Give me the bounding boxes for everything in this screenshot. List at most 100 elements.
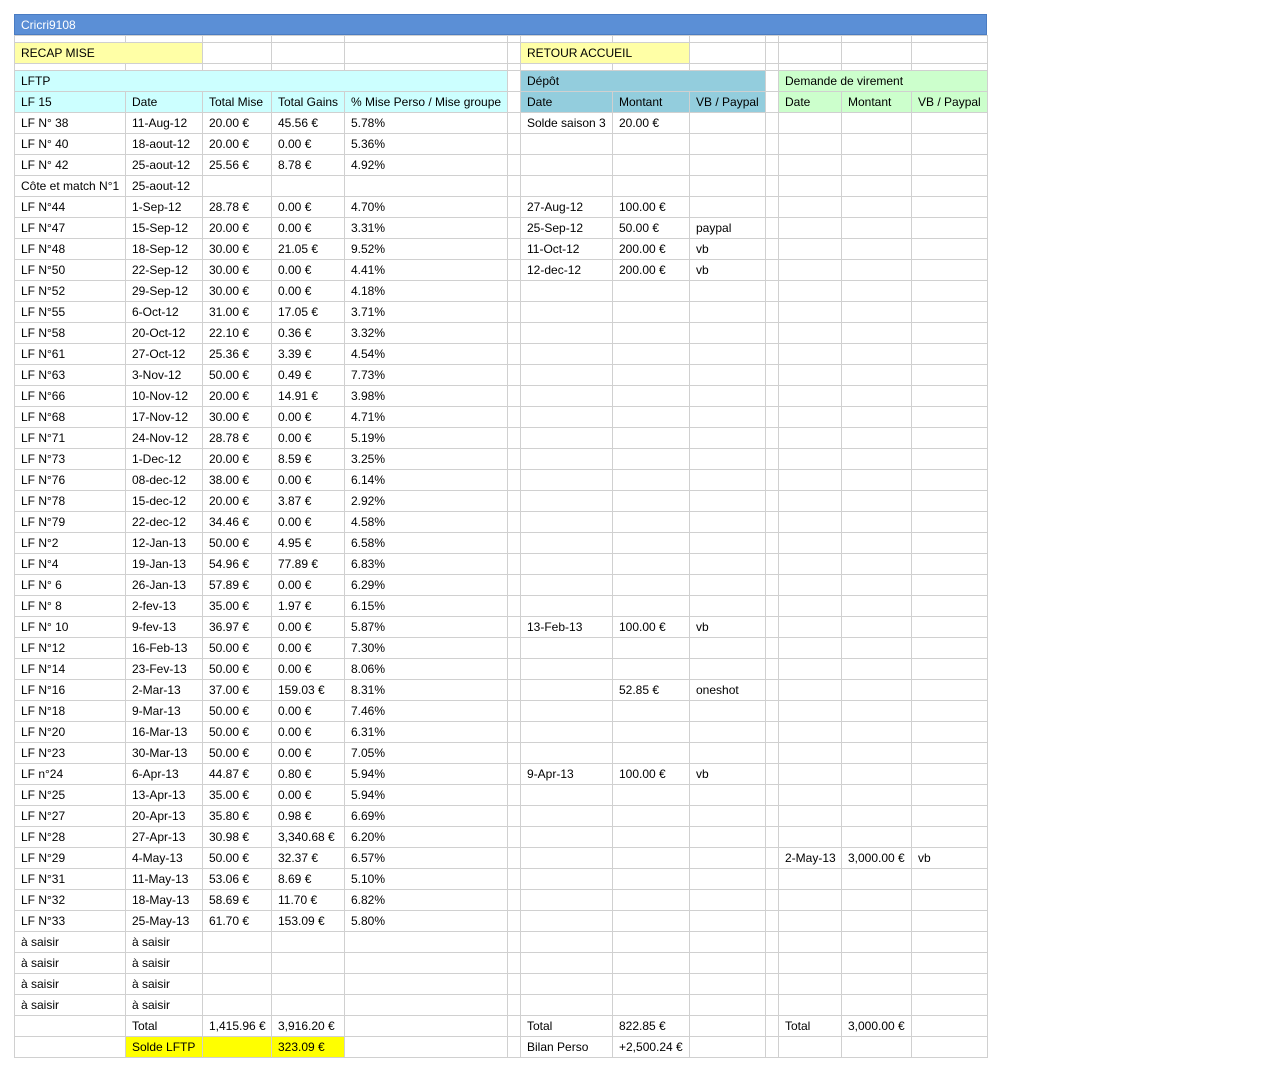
row-total-gains[interactable]: 3.87 € (271, 490, 345, 512)
row-virement-montant[interactable] (841, 889, 912, 911)
row-date[interactable]: 9-Mar-13 (125, 700, 203, 722)
row-virement-vb[interactable] (911, 952, 988, 974)
row-depot-vb[interactable] (689, 301, 766, 323)
row-virement-montant[interactable] (841, 532, 912, 554)
row-pct[interactable]: 6.20% (344, 826, 508, 848)
row-virement-vb[interactable] (911, 700, 988, 722)
row-depot-montant[interactable] (612, 301, 690, 323)
row-total-gains[interactable]: 3,340.68 € (271, 826, 345, 848)
row-depot-date[interactable] (520, 658, 613, 680)
row-virement-date[interactable] (778, 595, 842, 617)
row-virement-montant[interactable] (841, 826, 912, 848)
spacer-cell[interactable] (765, 700, 779, 722)
row-pct[interactable] (344, 952, 508, 974)
row-depot-vb[interactable] (689, 595, 766, 617)
row-total-mise[interactable]: 37.00 € (202, 679, 272, 701)
spacer-cell[interactable] (507, 364, 521, 386)
row-virement-date[interactable] (778, 931, 842, 953)
row-depot-montant[interactable]: 52.85 € (612, 679, 690, 701)
row-virement-montant[interactable] (841, 931, 912, 953)
spacer-cell[interactable] (507, 511, 521, 533)
row-depot-vb[interactable] (689, 721, 766, 743)
row-pct[interactable]: 4.54% (344, 343, 508, 365)
row-depot-date[interactable] (520, 889, 613, 911)
spacer-cell[interactable] (507, 931, 521, 953)
row-depot-montant[interactable] (612, 994, 690, 1016)
spacer-cell[interactable] (507, 700, 521, 722)
row-depot-date[interactable] (520, 448, 613, 470)
row-depot-date[interactable]: 13-Feb-13 (520, 616, 613, 638)
row-pct[interactable]: 6.14% (344, 469, 508, 491)
row-pct[interactable]: 3.25% (344, 448, 508, 470)
row-date[interactable]: 26-Jan-13 (125, 574, 203, 596)
row-depot-montant[interactable] (612, 847, 690, 869)
row-lf[interactable]: LF N°31 (14, 868, 126, 890)
row-lf[interactable]: LF N°47 (14, 217, 126, 239)
row-depot-vb[interactable] (689, 868, 766, 890)
spacer-cell[interactable] (765, 826, 779, 848)
row-total-mise[interactable]: 25.56 € (202, 154, 272, 176)
row-total-gains[interactable]: 0.00 € (271, 133, 345, 155)
row-total-gains[interactable]: 0.00 € (271, 427, 345, 449)
row-total-gains[interactable]: 0.00 € (271, 406, 345, 428)
row-total-mise[interactable]: 30.98 € (202, 826, 272, 848)
row-total-gains[interactable]: 0.00 € (271, 280, 345, 302)
row-date[interactable]: 25-May-13 (125, 910, 203, 932)
row-depot-vb[interactable] (689, 385, 766, 407)
row-pct[interactable]: 4.41% (344, 259, 508, 281)
row-virement-vb[interactable] (911, 259, 988, 281)
row-lf[interactable]: LF N°66 (14, 385, 126, 407)
row-total-mise[interactable] (202, 952, 272, 974)
row-depot-date[interactable] (520, 427, 613, 449)
row-total-gains[interactable]: 0.00 € (271, 469, 345, 491)
spacer-cell[interactable] (507, 994, 521, 1016)
row-virement-vb[interactable] (911, 889, 988, 911)
row-depot-vb[interactable] (689, 973, 766, 995)
row-depot-date[interactable] (520, 175, 613, 197)
row-virement-montant[interactable] (841, 406, 912, 428)
spacer-cell[interactable] (507, 217, 521, 239)
row-depot-vb[interactable] (689, 931, 766, 953)
row-depot-date[interactable]: 25-Sep-12 (520, 217, 613, 239)
row-virement-vb[interactable] (911, 868, 988, 890)
row-pct[interactable]: 7.46% (344, 700, 508, 722)
row-virement-date[interactable] (778, 490, 842, 512)
row-lf[interactable]: LF N° 10 (14, 616, 126, 638)
row-total-gains[interactable]: 8.78 € (271, 154, 345, 176)
row-pct[interactable]: 4.58% (344, 511, 508, 533)
row-depot-vb[interactable] (689, 322, 766, 344)
spacer-cell[interactable] (765, 217, 779, 239)
row-lf[interactable]: LF N°28 (14, 826, 126, 848)
row-depot-date[interactable]: 12-dec-12 (520, 259, 613, 281)
row-virement-montant[interactable] (841, 511, 912, 533)
row-pct[interactable]: 5.78% (344, 112, 508, 134)
row-depot-montant[interactable] (612, 490, 690, 512)
spacer-cell[interactable] (507, 301, 521, 323)
row-depot-montant[interactable] (612, 952, 690, 974)
row-date[interactable]: 1-Sep-12 (125, 196, 203, 218)
row-date[interactable]: 4-May-13 (125, 847, 203, 869)
row-virement-date[interactable] (778, 805, 842, 827)
spacer-cell[interactable] (507, 175, 521, 197)
row-depot-date[interactable] (520, 385, 613, 407)
row-total-gains[interactable]: 0.00 € (271, 700, 345, 722)
row-depot-montant[interactable] (612, 658, 690, 680)
row-total-mise[interactable]: 38.00 € (202, 469, 272, 491)
row-virement-montant[interactable] (841, 154, 912, 176)
row-virement-montant[interactable] (841, 805, 912, 827)
row-depot-date[interactable] (520, 322, 613, 344)
row-virement-montant[interactable] (841, 658, 912, 680)
row-virement-vb[interactable] (911, 217, 988, 239)
row-virement-vb[interactable] (911, 133, 988, 155)
row-virement-date[interactable] (778, 469, 842, 491)
row-pct[interactable] (344, 973, 508, 995)
row-pct[interactable]: 5.94% (344, 784, 508, 806)
row-depot-vb[interactable] (689, 952, 766, 974)
row-date[interactable]: 11-May-13 (125, 868, 203, 890)
row-total-mise[interactable]: 20.00 € (202, 448, 272, 470)
row-lf[interactable]: LF N°68 (14, 406, 126, 428)
row-date[interactable]: 25-aout-12 (125, 175, 203, 197)
row-pct[interactable]: 3.71% (344, 301, 508, 323)
row-depot-montant[interactable] (612, 721, 690, 743)
row-depot-date[interactable] (520, 133, 613, 155)
